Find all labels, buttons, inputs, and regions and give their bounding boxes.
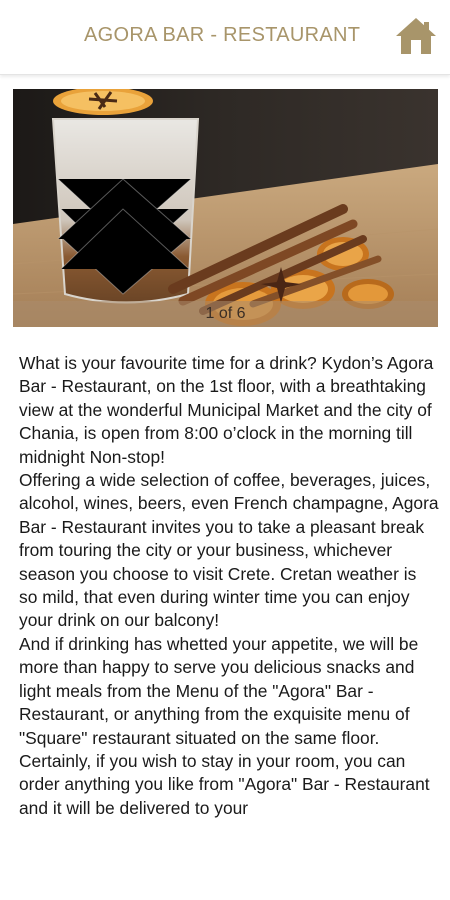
drink-photo <box>13 89 438 327</box>
image-carousel[interactable]: 1 of 6 <box>13 89 438 327</box>
carousel-counter: 1 of 6 <box>13 301 438 327</box>
paragraph: Offering a wide selection of coffee, bev… <box>19 470 439 631</box>
paragraph: Certainly, if you wish to stay in your r… <box>19 750 430 818</box>
page-title: AGORA BAR - RESTAURANT <box>84 24 361 46</box>
paragraph: And if drinking has whetted your appetit… <box>19 633 419 748</box>
app-header: AGORA BAR - RESTAURANT <box>0 0 450 75</box>
paragraph: What is your favourite time for a drink?… <box>19 353 434 467</box>
description-text: What is your favourite time for a drink?… <box>19 352 439 820</box>
home-button[interactable] <box>394 16 438 56</box>
home-icon <box>396 18 436 54</box>
